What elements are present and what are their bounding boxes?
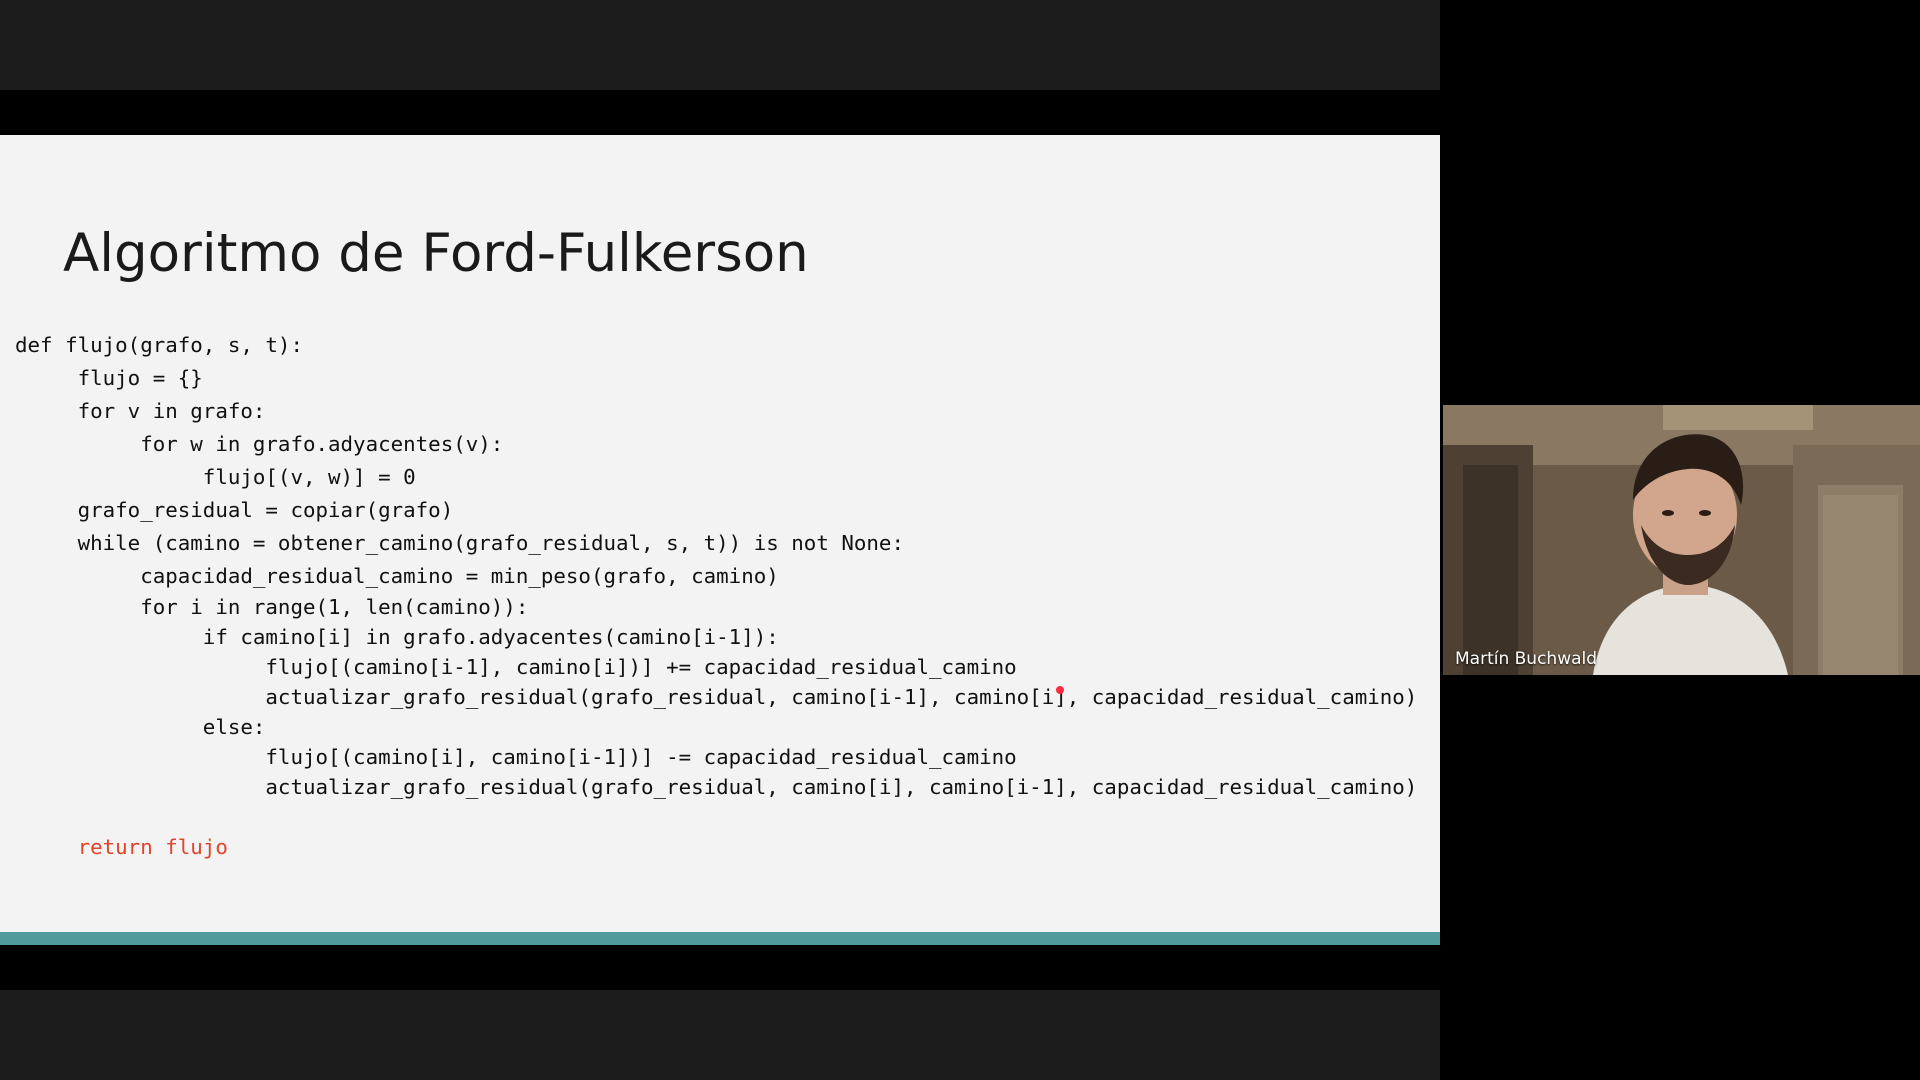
letterbox-top: [0, 90, 1440, 135]
slide-accent-bar: [0, 932, 1440, 945]
shared-screen-area: Algoritmo de Ford-Fulkerson def flujo(gr…: [0, 0, 1440, 1080]
code-line: flujo = {}: [15, 366, 203, 390]
code-line-return: return flujo: [15, 835, 228, 859]
code-line: if camino[i] in grafo.adyacentes(camino[…: [15, 625, 779, 649]
code-line: def flujo(grafo, s, t):: [15, 333, 303, 357]
code-line: flujo[(camino[i], camino[i-1])] -= capac…: [15, 745, 1017, 769]
meeting-stage: Algoritmo de Ford-Fulkerson def flujo(gr…: [0, 0, 1920, 1080]
presentation-slide: Algoritmo de Ford-Fulkerson def flujo(gr…: [0, 135, 1440, 945]
letterbox-bottom: [0, 945, 1440, 990]
code-line: for v in grafo:: [15, 399, 266, 423]
code-line: grafo_residual = copiar(grafo): [15, 498, 454, 522]
code-line: flujo[(camino[i-1], camino[i])] += capac…: [15, 655, 1017, 679]
code-line: else:: [15, 715, 266, 739]
code-line: flujo[(v, w)] = 0: [15, 465, 416, 489]
participant-video-feed: [1443, 405, 1920, 675]
code-line: actualizar_grafo_residual(grafo_residual…: [15, 775, 1418, 799]
laser-pointer-dot: [1056, 686, 1064, 694]
code-line: while (camino = obtener_camino(grafo_res…: [15, 531, 904, 555]
code-line: capacidad_residual_camino = min_peso(gra…: [15, 564, 779, 588]
code-line: for i in range(1, len(camino)):: [15, 595, 529, 619]
participant-name-label: Martín Buchwald: [1455, 649, 1598, 669]
code-line: for w in grafo.adyacentes(v):: [15, 432, 504, 456]
participant-video-tile[interactable]: Martín Buchwald: [1443, 405, 1920, 675]
slide-title: Algoritmo de Ford-Fulkerson: [63, 223, 809, 284]
code-line: actualizar_grafo_residual(grafo_residual…: [15, 685, 1418, 709]
